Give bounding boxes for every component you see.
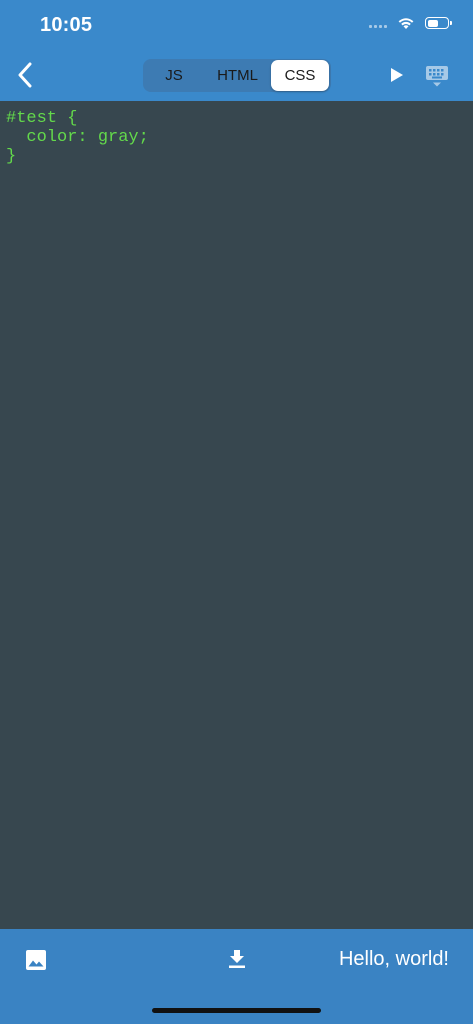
tab-html[interactable]: HTML — [204, 60, 271, 91]
tab-css[interactable]: CSS — [271, 60, 329, 91]
cellular-signal-icon — [369, 18, 387, 28]
keyboard-hide-icon — [426, 66, 448, 87]
battery-level — [427, 19, 438, 27]
hide-keyboard-button[interactable] — [424, 63, 450, 89]
download-button[interactable] — [225, 947, 249, 971]
app-screen: 10:05 JS HTML CSS #test {color: gray;}… — [0, 0, 473, 1024]
image-icon — [26, 950, 46, 970]
status-time: 10:05 — [40, 14, 93, 36]
output-preview-text: Hello, world! — [338, 948, 449, 970]
bottom-bar: Hello, world! — [0, 929, 473, 1024]
top-bar: 10:05 JS HTML CSS — [0, 0, 473, 101]
code-line: color: gray; — [6, 128, 149, 147]
run-button[interactable] — [386, 64, 408, 86]
tab-js[interactable]: JS — [144, 60, 204, 91]
language-segmented-control: JS HTML CSS — [143, 59, 331, 92]
download-icon — [229, 950, 245, 968]
image-button[interactable] — [24, 948, 48, 972]
play-icon — [391, 68, 403, 82]
back-button[interactable] — [10, 58, 40, 92]
status-indicators — [369, 16, 452, 30]
code-editor[interactable]: #test { color: gray; } — [0, 101, 473, 929]
code-line: } — [6, 147, 17, 166]
battery-icon — [425, 17, 452, 29]
home-indicator[interactable] — [152, 1008, 321, 1013]
chevron-left-icon — [18, 62, 32, 88]
wifi-icon — [398, 18, 414, 29]
code-line: #test { — [6, 109, 78, 128]
